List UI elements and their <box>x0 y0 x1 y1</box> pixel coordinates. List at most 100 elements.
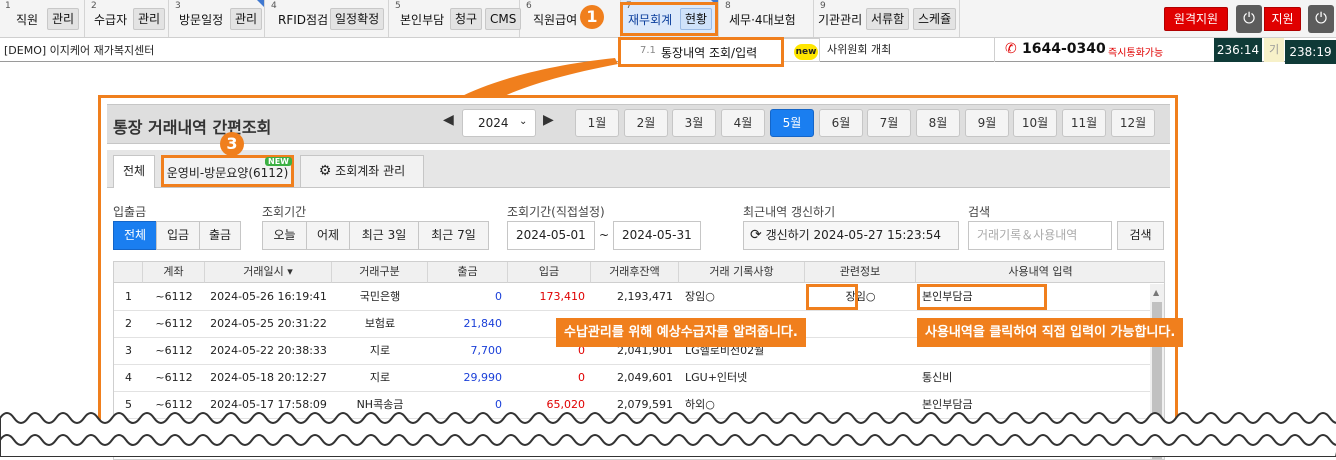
period-3days-button[interactable]: 최근 3일 <box>349 221 419 250</box>
cell-withdraw: 0 <box>495 290 502 303</box>
month-button-6[interactable]: 6월 <box>819 109 863 137</box>
period-7days-button[interactable]: 최근 7일 <box>418 221 489 250</box>
nav-label: 직원급여 <box>533 13 578 27</box>
month-button-10[interactable]: 10월 <box>1013 109 1057 137</box>
col-header-datetime[interactable]: 거래일시 ▾ <box>205 262 332 283</box>
copay-claim-button[interactable]: 청구 <box>450 8 483 30</box>
tab-all[interactable]: 전체 <box>113 155 155 188</box>
nav-item-tax-insurance[interactable]: 8 세무·4대보험 <box>720 0 814 37</box>
phone-icon: ✆ <box>1005 41 1017 57</box>
highlight-related-info <box>806 284 858 310</box>
scroll-up-icon[interactable]: ▲ <box>1153 288 1159 297</box>
power-icon[interactable]: ⏻ <box>1308 5 1334 33</box>
chevron-down-icon: ⌄ <box>519 116 528 127</box>
date-to-input[interactable]: 2024-05-31 <box>613 221 701 250</box>
nav-label: 본인부담 <box>400 13 445 27</box>
step-1-badge: 1 <box>580 5 604 29</box>
search-label: 검색 <box>968 205 991 219</box>
cell-account: ~6112 <box>155 317 193 330</box>
nav-item-recipient[interactable]: 2 수급자 관리 <box>86 0 169 37</box>
phone-number: 1644-0340 <box>1022 41 1106 57</box>
nav-number: 6 <box>526 1 532 11</box>
nav-label: RFID점검 <box>278 13 329 27</box>
cell-index: 4 <box>125 371 132 384</box>
nav-number: 8 <box>725 1 731 11</box>
month-button-8[interactable]: 8월 <box>916 109 960 137</box>
session-timer-2: 238:19 <box>1285 40 1336 64</box>
month-button-4[interactable]: 4월 <box>721 109 765 137</box>
cell-withdraw: 21,840 <box>463 317 503 330</box>
cell-related <box>805 311 916 337</box>
nav-item-institution[interactable]: 9 기관관리 서류함 스케쥴 <box>815 0 960 37</box>
nav-item-copay[interactable]: 5 본인부담 청구 CMS <box>390 0 522 37</box>
col-header-withdraw: 출금 <box>428 262 508 283</box>
tab-account-manage[interactable]: ⚙ 조회계좌 관리 <box>300 155 424 187</box>
month-button-1[interactable]: 1월 <box>575 109 619 137</box>
year-value: 2024 <box>478 116 509 130</box>
callout-usage-input: 사용내역을 클릭하여 직접 입력이 가능합니다. <box>917 318 1184 347</box>
year-select[interactable]: 2024 ⌄ <box>462 109 536 137</box>
month-button-12[interactable]: 12월 <box>1111 109 1155 137</box>
col-header-usage: 사용내역 입력 <box>916 262 1164 283</box>
center-name: [DEMO] 이지케어 재가복지센터 <box>4 44 155 57</box>
remote-support-button-2[interactable]: 지원 <box>1264 7 1301 31</box>
nav-number: 4 <box>271 1 277 11</box>
copay-cms-button[interactable]: CMS <box>485 8 522 30</box>
nav-item-payroll[interactable]: 6 직원급여 <box>521 0 621 37</box>
period-yesterday-button[interactable]: 어제 <box>306 221 350 250</box>
cell-account: ~6112 <box>155 371 193 384</box>
staff-manage-button[interactable]: 관리 <box>47 8 80 30</box>
refresh-button[interactable]: ⟳ 갱신하기 2024-05-27 15:23:54 <box>743 221 959 250</box>
refresh-label: 최근내역 갱신하기 <box>743 205 836 219</box>
nav-label: 기관관리 <box>818 13 863 27</box>
rfid-confirm-button[interactable]: 일정확정 <box>330 8 385 30</box>
cell-related <box>805 365 916 391</box>
month-button-2[interactable]: 2월 <box>624 109 668 137</box>
io-withdraw-button[interactable]: 출금 <box>199 221 241 250</box>
cell-datetime: 2024-05-25 20:31:22 <box>210 317 327 330</box>
prev-year-icon[interactable]: ◀ <box>443 112 454 128</box>
highlight-submenu[interactable]: 7.1 통장내역 조회/입력 <box>618 37 784 67</box>
io-all-button[interactable]: 전체 <box>113 221 157 250</box>
remote-support-button[interactable]: 원격지원 <box>1164 7 1228 31</box>
nav-number: 5 <box>395 1 401 11</box>
gear-icon: ⚙ <box>318 163 332 179</box>
power-icon[interactable]: ⏻ <box>1236 5 1262 33</box>
month-button-11[interactable]: 11월 <box>1062 109 1106 137</box>
period-today-button[interactable]: 오늘 <box>262 221 307 250</box>
documents-button[interactable]: 서류함 <box>866 8 910 30</box>
nav-item-visit-schedule[interactable]: 3 방문일정 관리 <box>170 0 265 37</box>
tab-account-manage-label: 조회계좌 관리 <box>335 164 406 178</box>
cell-type: 국민은행 <box>359 290 401 303</box>
col-header-index <box>114 262 143 283</box>
month-button-9[interactable]: 9월 <box>965 109 1009 137</box>
search-button[interactable]: 검색 <box>1117 221 1164 250</box>
cell-type: 보험료 <box>364 317 396 330</box>
cell-index: 2 <box>125 317 132 330</box>
phone-note: 즉시통화가능 <box>1108 48 1164 59</box>
schedule-button[interactable]: 스케쥴 <box>913 8 957 30</box>
cell-memo: LGU+인터넷 <box>685 371 748 384</box>
date-from-input[interactable]: 2024-05-01 <box>507 221 595 250</box>
new-badge: new <box>794 44 818 60</box>
nav-label: 세무·4대보험 <box>729 13 796 27</box>
next-year-icon[interactable]: ▶ <box>543 112 554 128</box>
table-row[interactable]: 4 ~6112 2024-05-18 20:12:27 지로 29,990 0 2,049,… <box>114 365 1150 392</box>
cell-datetime: 2024-05-18 20:12:27 <box>210 371 327 384</box>
month-button-7[interactable]: 7월 <box>867 109 911 137</box>
cell-balance: 2,049,601 <box>617 371 673 384</box>
schedule-manage-button[interactable]: 관리 <box>230 8 263 30</box>
nav-label: 방문일정 <box>179 13 224 27</box>
nav-item-rfid[interactable]: 4 RFID점검 일정확정 <box>266 0 389 37</box>
nav-item-staff[interactable]: 1 직원 관리 <box>0 0 85 37</box>
cell-usage[interactable]: 통신비 <box>916 365 1150 391</box>
io-deposit-button[interactable]: 입금 <box>156 221 200 250</box>
highlight-usage-input <box>917 284 1047 310</box>
recipient-manage-button[interactable]: 관리 <box>133 8 166 30</box>
search-input[interactable]: 거래기록＆사용내역 <box>968 221 1112 250</box>
period-label: 조회기간 <box>262 205 307 219</box>
notice-ticker[interactable]: 사위원회 개최 <box>823 41 993 59</box>
refresh-button-label: 갱신하기 2024-05-27 15:23:54 <box>765 228 941 242</box>
month-button-5[interactable]: 5월 <box>770 109 814 137</box>
month-button-3[interactable]: 3월 <box>672 109 716 137</box>
